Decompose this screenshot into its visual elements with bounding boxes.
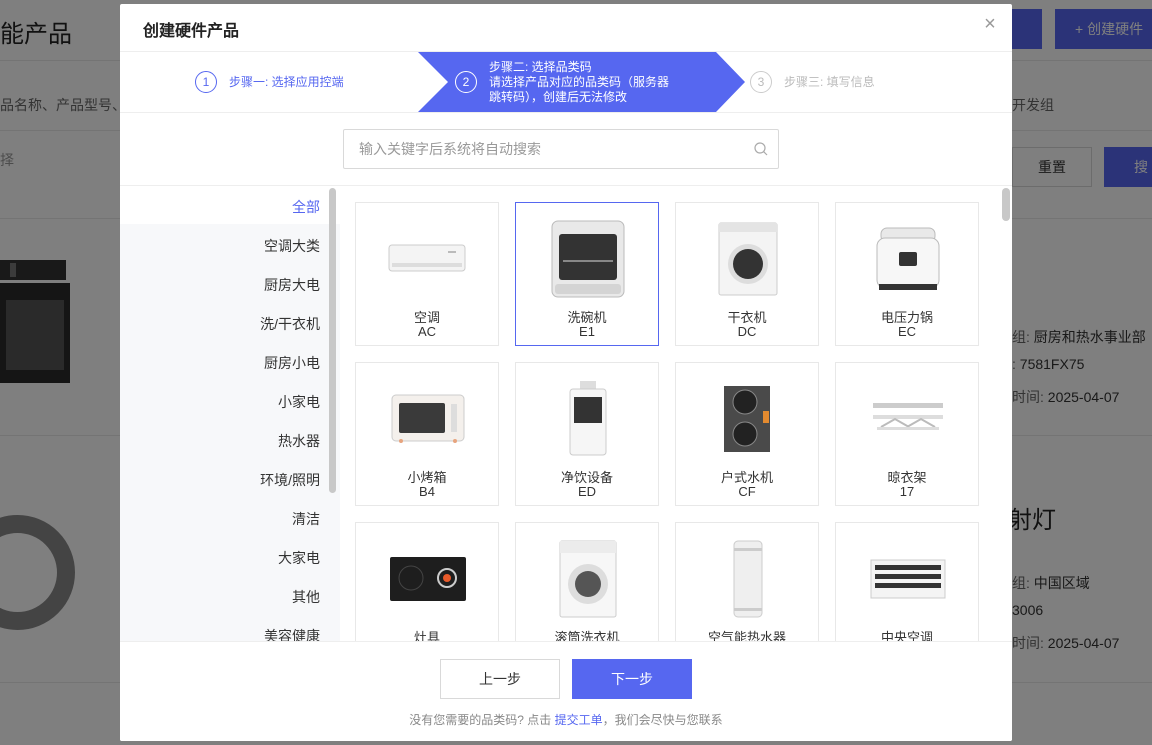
- step-number: 2: [455, 71, 477, 93]
- category-item[interactable]: 厨房小电: [120, 353, 320, 373]
- modal-header: 创建硬件产品 ×: [120, 4, 1012, 52]
- dishwasher-icon: [538, 217, 638, 301]
- step-label: 步骤二: 选择品类码 请选择产品对应的品类码（服务器 跳转码），创建后无法修改: [489, 60, 669, 105]
- search-input[interactable]: [344, 130, 744, 168]
- category-sidebar: 全部 空调大类 厨房大电 洗/干衣机 厨房小电 小家电 热水器 环境/照明 清洁…: [120, 186, 340, 644]
- category-item[interactable]: 厨房大电: [120, 275, 320, 295]
- grid-scrollbar[interactable]: [1002, 188, 1010, 221]
- water-chiller-icon: [698, 377, 798, 461]
- next-step-button[interactable]: 下一步: [572, 659, 692, 699]
- category-body: 全部 空调大类 厨房大电 洗/干衣机 厨房小电 小家电 热水器 环境/照明 清洁…: [120, 185, 1012, 666]
- step-label: 步骤一: 选择应用控端: [229, 74, 344, 89]
- step-2: 2 步骤二: 选择品类码 请选择产品对应的品类码（服务器 跳转码），创建后无法修…: [455, 52, 669, 112]
- search-icon[interactable]: [754, 142, 768, 156]
- product-code: E1: [579, 324, 595, 339]
- product-card[interactable]: 干衣机 DC: [675, 202, 819, 346]
- category-item[interactable]: 热水器: [120, 431, 320, 451]
- product-card[interactable]: 小烤箱 B4: [355, 362, 499, 506]
- step-title: 步骤二: 选择品类码: [489, 59, 592, 74]
- product-card[interactable]: 电压力锅 EC: [835, 202, 979, 346]
- step-1: 1 步骤一: 选择应用控端: [195, 52, 344, 112]
- category-item[interactable]: 其他: [120, 587, 320, 607]
- product-code: EC: [897, 324, 917, 339]
- modal-footer: 上一步 下一步 没有您需要的品类码? 点击 提交工单，我们会尽快与您联系: [120, 641, 1012, 741]
- pressure-cooker-icon: [858, 217, 958, 301]
- search-box: [343, 129, 779, 169]
- product-card[interactable]: 户式水机 CF: [675, 362, 819, 506]
- product-code: AC: [417, 324, 437, 339]
- air-conditioner-icon: [378, 217, 478, 301]
- product-code: CF: [738, 484, 756, 499]
- product-card[interactable]: 晾衣架 17: [835, 362, 979, 506]
- product-grid: 空调 AC 洗碗机 E1 干衣机 DC 电压力锅 EC 小烤箱 B4 净饮设备 …: [355, 202, 995, 666]
- product-code: 17: [899, 484, 915, 499]
- heat-pump-icon: [698, 537, 798, 621]
- create-product-modal: 创建硬件产品 × 1 步骤一: 选择应用控端 2 步骤二: 选择品类码 请选择产…: [120, 4, 1012, 741]
- product-code: DC: [737, 324, 757, 339]
- previous-step-button[interactable]: 上一步: [440, 659, 560, 699]
- washing-machine-icon: [538, 537, 638, 621]
- footer-note: 没有您需要的品类码? 点击 提交工单，我们会尽快与您联系: [120, 711, 1012, 728]
- central-ac-icon: [858, 537, 958, 621]
- clothes-rack-icon: [858, 377, 958, 461]
- steps-bar: 1 步骤一: 选择应用控端 2 步骤二: 选择品类码 请选择产品对应的品类码（服…: [120, 52, 1012, 113]
- product-card[interactable]: 空调 AC: [355, 202, 499, 346]
- submit-ticket-link[interactable]: 提交工单: [555, 713, 603, 727]
- sidebar-scrollbar[interactable]: [329, 188, 336, 493]
- product-card[interactable]: 净饮设备 ED: [515, 362, 659, 506]
- close-icon[interactable]: ×: [982, 14, 998, 34]
- step-number: 3: [750, 71, 772, 93]
- oven-icon: [378, 377, 478, 461]
- step-3: 3 步骤三: 填写信息: [750, 52, 875, 112]
- step-number: 1: [195, 71, 217, 93]
- cooktop-icon: [378, 537, 478, 621]
- category-item[interactable]: 洗/干衣机: [120, 314, 320, 334]
- dryer-icon: [698, 217, 798, 301]
- category-item[interactable]: 大家电: [120, 548, 320, 568]
- footer-note-prefix: 没有您需要的品类码? 点击: [409, 713, 552, 727]
- modal-title: 创建硬件产品: [143, 23, 240, 40]
- product-code: ED: [577, 484, 597, 499]
- step-desc: 跳转码），创建后无法修改: [489, 89, 628, 104]
- category-item[interactable]: 空调大类: [120, 236, 320, 256]
- water-dispenser-icon: [538, 377, 638, 461]
- product-code: B4: [419, 484, 435, 499]
- category-item[interactable]: 环境/照明: [120, 470, 320, 490]
- step-desc: 请选择产品对应的品类码（服务器: [489, 74, 670, 89]
- category-item[interactable]: 清洁: [120, 509, 320, 529]
- step-label: 步骤三: 填写信息: [784, 74, 875, 89]
- category-item[interactable]: 小家电: [120, 392, 320, 412]
- footer-note-suffix: ，我们会尽快与您联系: [602, 713, 723, 727]
- category-item-all[interactable]: 全部: [120, 197, 320, 217]
- product-card-selected[interactable]: 洗碗机 E1: [515, 202, 659, 346]
